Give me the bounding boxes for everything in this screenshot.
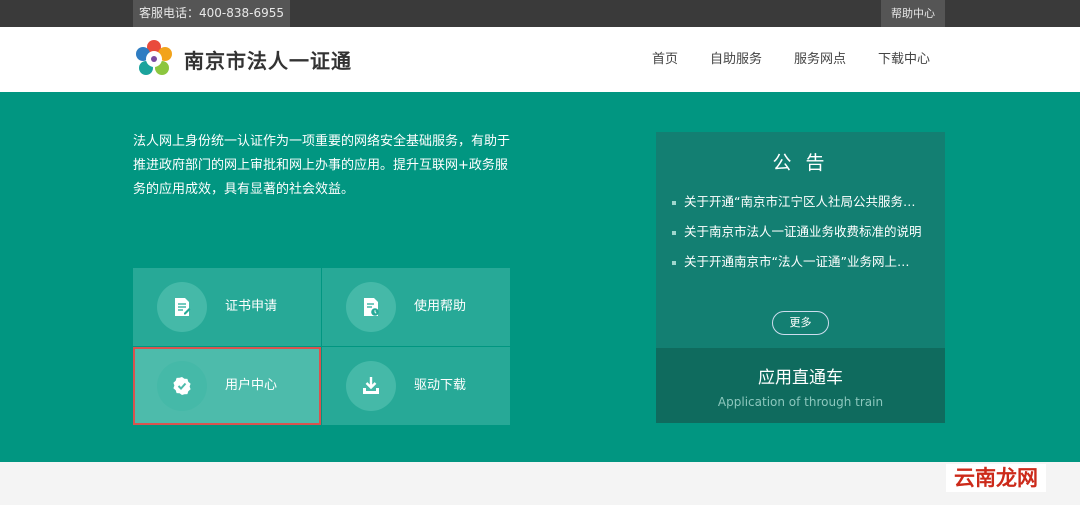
- announcement-panel: 公 告 关于开通“南京市江宁区人社局公共服务… 关于南京市法人一证通业务收费标准…: [656, 132, 945, 348]
- tile-label: 驱动下载: [414, 378, 467, 393]
- logo-icon[interactable]: [133, 38, 175, 80]
- bullet-icon: [672, 200, 676, 205]
- service-tile-grid: 证书申请 使用帮助 用户中心 驱动下载: [133, 268, 510, 425]
- app-direct-title: 应用直通车: [758, 368, 843, 388]
- nav-service-outlets[interactable]: 服务网点: [794, 27, 846, 92]
- help-center-link[interactable]: 帮助中心: [881, 0, 945, 27]
- certificate-apply-icon: [157, 282, 207, 332]
- intro-text: 法人网上身份统一认证作为一项重要的网络安全基础服务，有助于推进政府部门的网上审批…: [133, 134, 511, 197]
- bullet-icon: [672, 230, 676, 235]
- nav-self-service[interactable]: 自助服务: [710, 27, 762, 92]
- site-header: 南京市法人一证通 首页 自助服务 服务网点 下载中心: [0, 27, 1080, 92]
- announcement-item[interactable]: 关于开通“南京市江宁区人社局公共服务…: [672, 191, 934, 210]
- top-bar: 客服电话：400-838-6955 帮助中心: [0, 0, 1080, 27]
- customer-service-hotline: 客服电话：400-838-6955: [133, 0, 291, 27]
- download-icon: [346, 361, 396, 411]
- watermark-logo: 云南龙网: [946, 464, 1046, 492]
- tile-user-center[interactable]: 用户中心: [133, 347, 321, 425]
- app-direct-train-panel[interactable]: 应用直通车 Application of through train: [656, 348, 945, 423]
- tile-driver-download[interactable]: 驱动下载: [322, 347, 510, 425]
- announcement-item[interactable]: 关于南京市法人一证通业务收费标准的说明: [672, 221, 934, 240]
- announcement-item[interactable]: 关于开通南京市“法人一证通”业务网上…: [672, 251, 934, 270]
- app-direct-subtitle: Application of through train: [717, 395, 884, 409]
- more-button[interactable]: 更多: [772, 311, 829, 335]
- nav-home[interactable]: 首页: [652, 27, 678, 92]
- tile-certificate-apply[interactable]: 证书申请: [133, 268, 321, 346]
- verified-badge-icon: [157, 361, 207, 411]
- help-doc-icon: [346, 282, 396, 332]
- hero-section: 法人网上身份统一认证作为一项重要的网络安全基础服务，有助于推进政府部门的网上审批…: [0, 92, 1080, 462]
- tile-label: 使用帮助: [414, 299, 467, 314]
- nav-download-center[interactable]: 下载中心: [878, 27, 930, 92]
- tile-label: 证书申请: [225, 299, 278, 314]
- announcement-text: 关于开通南京市“法人一证通”业务网上…: [684, 254, 910, 269]
- tile-usage-help[interactable]: 使用帮助: [322, 268, 510, 346]
- announcement-text: 关于南京市法人一证通业务收费标准的说明: [684, 224, 922, 239]
- footer-strip: [0, 462, 1080, 505]
- bullet-icon: [672, 260, 676, 265]
- announcement-text: 关于开通“南京市江宁区人社局公共服务…: [684, 194, 916, 209]
- tile-label: 用户中心: [225, 378, 278, 393]
- announcement-title: 公 告: [772, 152, 829, 174]
- site-title[interactable]: 南京市法人一证通: [184, 45, 352, 74]
